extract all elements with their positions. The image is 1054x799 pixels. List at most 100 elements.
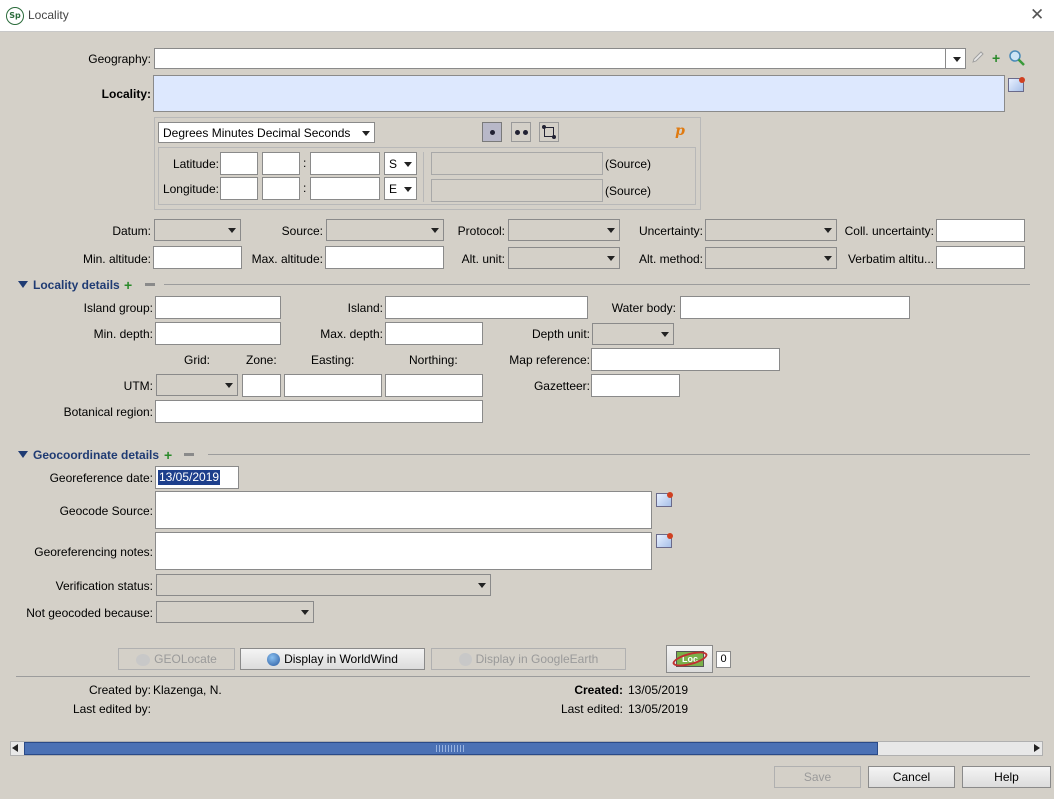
coll-uncertainty-input[interactable] — [936, 219, 1025, 242]
footer-divider — [16, 676, 1030, 677]
longitude-degrees-input[interactable] — [220, 177, 258, 200]
display-in-googleearth-button[interactable]: Display in GoogleEarth — [431, 648, 626, 670]
longitude-seconds-input[interactable] — [310, 177, 380, 200]
section-divider — [208, 454, 1030, 455]
cancel-button[interactable]: Cancel — [868, 766, 955, 788]
chevron-down-icon — [404, 161, 412, 167]
scrollbar-thumb[interactable] — [24, 742, 878, 755]
verbatim-altitude-input[interactable] — [936, 246, 1025, 269]
created-value: 13/05/2019 — [628, 683, 689, 697]
datum-select[interactable] — [154, 219, 241, 241]
gazetteer-label: Gazetteer: — [533, 379, 590, 393]
utm-zone-input[interactable] — [242, 374, 281, 397]
grip-icon — [436, 745, 466, 752]
last-edited-by-label: Last edited by: — [72, 702, 151, 716]
help-button[interactable]: Help — [962, 766, 1051, 788]
utm-northing-input[interactable] — [385, 374, 483, 397]
remove-icon[interactable] — [145, 283, 155, 286]
not-geocoded-select[interactable] — [156, 601, 314, 623]
uncertainty-label: Uncertainty: — [638, 224, 703, 238]
longitude-minutes-input[interactable] — [262, 177, 300, 200]
save-button[interactable]: Save — [774, 766, 861, 788]
water-body-input[interactable] — [680, 296, 910, 319]
add-icon[interactable]: + — [164, 448, 172, 462]
gazetteer-input[interactable] — [591, 374, 680, 397]
georeferencing-notes-textarea[interactable] — [155, 532, 652, 570]
edit-icon[interactable] — [656, 533, 673, 548]
latitude-minutes-input[interactable] — [262, 152, 300, 175]
created-by-value: Klazenga, N. — [153, 683, 222, 697]
collapse-triangle-icon[interactable] — [18, 451, 28, 458]
add-icon[interactable]: + — [992, 51, 1000, 65]
created-by-label: Created by: — [88, 683, 151, 697]
scroll-right-icon[interactable] — [1034, 744, 1040, 752]
utm-easting-input[interactable] — [284, 374, 382, 397]
geocode-source-textarea[interactable] — [155, 491, 652, 529]
depth-unit-label: Depth unit: — [531, 327, 590, 341]
protocol-select[interactable] — [508, 219, 620, 241]
chevron-down-icon — [228, 228, 236, 233]
verification-status-select[interactable] — [156, 574, 491, 596]
botanical-region-input[interactable] — [155, 400, 483, 423]
max-depth-label: Max. depth: — [320, 327, 383, 341]
add-icon[interactable]: + — [124, 278, 132, 292]
longitude-label: Longitude: — [162, 182, 219, 196]
verbatim-altitude-label: Verbatim altitu... — [847, 252, 934, 266]
northing-label: Northing: — [409, 353, 458, 367]
min-depth-label: Min. depth: — [93, 327, 153, 341]
close-icon[interactable]: ✕ — [1030, 5, 1044, 25]
max-depth-input[interactable] — [385, 322, 483, 345]
grid-label: Grid: — [184, 353, 211, 367]
max-altitude-input[interactable] — [325, 246, 444, 269]
datum-label: Datum: — [112, 224, 151, 238]
zone-label: Zone: — [246, 353, 277, 367]
latitude-label: Latitude: — [172, 157, 219, 171]
min-altitude-input[interactable] — [153, 246, 242, 269]
collapse-triangle-icon[interactable] — [18, 281, 28, 288]
p-icon[interactable]: p — [672, 123, 688, 139]
georeference-date-value: 13/05/2019 — [158, 470, 221, 485]
alt-method-label: Alt. method: — [638, 252, 703, 266]
alt-method-select[interactable] — [705, 247, 837, 269]
chevron-down-icon — [404, 186, 412, 192]
island-group-input[interactable] — [155, 296, 281, 319]
pencil-icon[interactable] — [971, 50, 985, 64]
depth-unit-select[interactable] — [592, 323, 674, 345]
locality-details-title[interactable]: Locality details — [33, 278, 120, 292]
geocoordinate-details-title[interactable]: Geocoordinate details — [33, 448, 159, 462]
window-title: Locality — [28, 8, 69, 22]
source-label: Source: — [281, 224, 323, 238]
alt-unit-select[interactable] — [508, 247, 620, 269]
map-reference-label: Map reference: — [509, 353, 590, 367]
island-group-label: Island group: — [83, 301, 153, 315]
source-select[interactable] — [326, 219, 444, 241]
line-points-icon[interactable] — [511, 122, 531, 142]
edit-icon[interactable] — [1008, 77, 1025, 92]
chevron-down-icon[interactable] — [953, 56, 961, 62]
scroll-left-icon[interactable] — [12, 744, 18, 752]
geolocate-button[interactable]: GEOLocate — [118, 648, 235, 670]
island-input[interactable] — [385, 296, 588, 319]
locality-field[interactable] — [153, 75, 1005, 112]
geography-combobox[interactable] — [154, 48, 966, 69]
latitude-seconds-input[interactable] — [310, 152, 380, 175]
latitude-direction-select[interactable]: S — [384, 152, 417, 175]
search-icon[interactable] — [1008, 50, 1026, 66]
locality-map-button[interactable]: Loc — [666, 645, 713, 673]
coordinate-format-select[interactable]: Degrees Minutes Decimal Seconds — [158, 122, 375, 143]
single-point-icon[interactable] — [482, 122, 502, 142]
chevron-down-icon — [661, 332, 669, 337]
georeference-date-input[interactable]: 13/05/2019 — [155, 466, 239, 489]
utm-grid-select[interactable] — [156, 374, 238, 396]
display-in-worldwind-button[interactable]: Display in WorldWind — [240, 648, 425, 670]
remove-icon[interactable] — [184, 453, 194, 456]
map-reference-input[interactable] — [591, 348, 780, 371]
longitude-direction-select[interactable]: E — [384, 177, 417, 200]
easting-label: Easting: — [311, 353, 355, 367]
latitude-degrees-input[interactable] — [220, 152, 258, 175]
min-depth-input[interactable] — [155, 322, 281, 345]
rectangle-icon[interactable] — [539, 122, 559, 142]
not-geocoded-label: Not geocoded because: — [26, 606, 153, 620]
uncertainty-select[interactable] — [705, 219, 837, 241]
edit-icon[interactable] — [656, 492, 673, 507]
